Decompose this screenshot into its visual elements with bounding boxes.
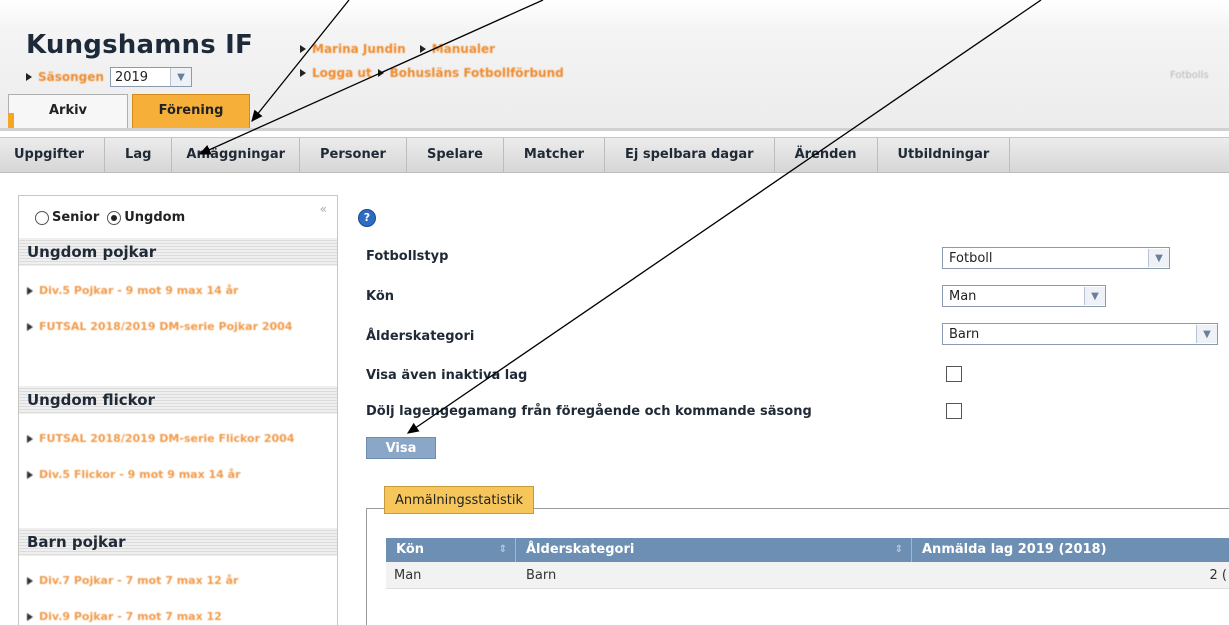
- bullet-arrow-icon: [300, 69, 306, 77]
- season-label: Säsongen: [38, 70, 104, 84]
- table-row: Man Barn 2 (: [386, 562, 1229, 589]
- help-icon[interactable]: ?: [358, 209, 376, 227]
- column-header-alderskategori[interactable]: Ålderskategori ⇕: [516, 538, 912, 562]
- select-kon[interactable]: Man ▼: [942, 285, 1106, 307]
- level-radio-group: Senior Ungdom: [35, 210, 185, 225]
- top-links-row-1: Marina Jundin Manualer: [300, 42, 495, 56]
- visa-button[interactable]: Visa: [366, 437, 436, 459]
- tab-divider: [0, 128, 1229, 131]
- select-kon-value: Man: [949, 288, 977, 304]
- chevron-down-icon[interactable]: ▼: [1148, 249, 1169, 267]
- tab-arkiv-label: Arkiv: [48, 103, 88, 118]
- cell-anmalda-lag: 2 (: [1209, 567, 1227, 583]
- label-visa-inaktiva: Visa även inaktiva lag: [366, 368, 528, 383]
- select-fotbollstyp-value: Fotboll: [949, 250, 993, 266]
- bullet-arrow-icon: [26, 73, 32, 81]
- checkbox-dolj-engagemang[interactable]: [946, 403, 962, 419]
- menu-item-personer[interactable]: Personer: [300, 138, 407, 172]
- menu-item-anlaggningar[interactable]: Anläggningar: [172, 138, 301, 172]
- column-header-kon[interactable]: Kön ⇕: [386, 538, 516, 562]
- sidebar-link[interactable]: Div.7 Pojkar - 7 mot 7 max 12 år: [27, 574, 327, 587]
- header-faded-text: Fotbolls: [1170, 70, 1209, 81]
- section-title-barn-pojkar: Barn pojkar: [19, 528, 337, 556]
- bullet-arrow-icon: [300, 45, 306, 53]
- club-title: Kungshamns IF: [26, 30, 254, 60]
- select-alderskategori[interactable]: Barn ▼: [942, 323, 1218, 345]
- stats-table-header: Kön ⇕ Ålderskategori ⇕ Anmälda lag 2019 (2…: [386, 538, 1229, 562]
- tab-forening[interactable]: Förening: [132, 94, 250, 128]
- menu-item-ej-spelbara-dagar[interactable]: Ej spelbara dagar: [605, 138, 775, 172]
- main-menu-bar: Uppgifter Lag Anläggningar Personer Spel…: [0, 137, 1229, 173]
- sort-icon: ⇕: [894, 544, 903, 555]
- sidebar-link[interactable]: Div.5 Pojkar - 9 mot 9 max 14 år: [27, 284, 327, 297]
- user-name-link[interactable]: Marina Jundin: [312, 42, 406, 56]
- chevron-down-icon[interactable]: ▼: [1084, 287, 1105, 305]
- cell-kon: Man: [394, 567, 422, 583]
- radio-senior[interactable]: [35, 210, 49, 225]
- sort-icon: ⇕: [498, 544, 507, 555]
- menu-item-spelare[interactable]: Spelare: [407, 138, 504, 172]
- select-fotbollstyp[interactable]: Fotboll ▼: [942, 247, 1170, 269]
- label-alderskategori: Ålderskategori: [366, 329, 475, 344]
- season-select-value: 2019: [114, 69, 149, 85]
- federation-link[interactable]: Bohusläns Fotbollförbund: [390, 66, 564, 80]
- menu-item-utbildningar[interactable]: Utbildningar: [878, 138, 1011, 172]
- bullet-arrow-icon: [419, 45, 426, 53]
- tab-arkiv[interactable]: Arkiv: [8, 94, 128, 129]
- sidebar-link[interactable]: Div.5 Flickor - 9 mot 9 max 14 år: [27, 468, 327, 481]
- checkbox-visa-inaktiva[interactable]: [946, 366, 962, 382]
- bullet-arrow-icon: [377, 69, 384, 77]
- top-links-row-2: Logga ut Bohusläns Fotbollförbund: [300, 66, 564, 80]
- tab-forening-label: Förening: [158, 103, 224, 118]
- section-title-ungdom-flickor: Ungdom flickor: [19, 386, 337, 414]
- select-alderskategori-value: Barn: [949, 326, 980, 342]
- stats-legend: Anmälningsstatistik: [384, 486, 535, 514]
- radio-senior-label: Senior: [52, 210, 100, 225]
- column-header-anmalda-lag[interactable]: Anmälda lag 2019 (2018): [912, 538, 1229, 562]
- chevron-down-icon[interactable]: ▼: [1196, 325, 1217, 343]
- section-title-ungdom-pojkar: Ungdom pojkar: [19, 238, 337, 266]
- sidebar-link[interactable]: Div.9 Pojkar - 7 mot 7 max 12: [27, 610, 327, 623]
- menu-item-uppgifter[interactable]: Uppgifter: [0, 138, 106, 172]
- manuals-link[interactable]: Manualer: [432, 42, 495, 56]
- left-panel: Senior Ungdom « Ungdom pojkar Div.5 Pojk…: [18, 195, 338, 625]
- menu-item-arenden[interactable]: Ärenden: [775, 138, 878, 172]
- label-fotbollstyp: Fotbollstyp: [366, 249, 449, 264]
- logout-link[interactable]: Logga ut: [312, 66, 372, 80]
- chevron-down-icon[interactable]: ▼: [169, 68, 191, 86]
- menu-item-lag[interactable]: Lag: [105, 138, 173, 172]
- sidebar-link[interactable]: FUTSAL 2018/2019 DM-serie Flickor 2004: [27, 432, 327, 445]
- label-dolj-engagemang: Dölj lagengegamang från föregående och k…: [366, 404, 812, 419]
- label-kon: Kön: [366, 289, 395, 304]
- menu-item-matcher[interactable]: Matcher: [504, 138, 606, 172]
- collapse-icon[interactable]: «: [320, 202, 327, 216]
- season-row: Säsongen 2019 ▼: [26, 67, 192, 87]
- sidebar-link[interactable]: FUTSAL 2018/2019 DM-serie Pojkar 2004: [27, 320, 327, 333]
- radio-ungdom[interactable]: [107, 210, 122, 225]
- season-select[interactable]: 2019 ▼: [109, 67, 192, 87]
- cell-alderskategori: Barn: [526, 567, 557, 583]
- radio-ungdom-label: Ungdom: [124, 210, 186, 225]
